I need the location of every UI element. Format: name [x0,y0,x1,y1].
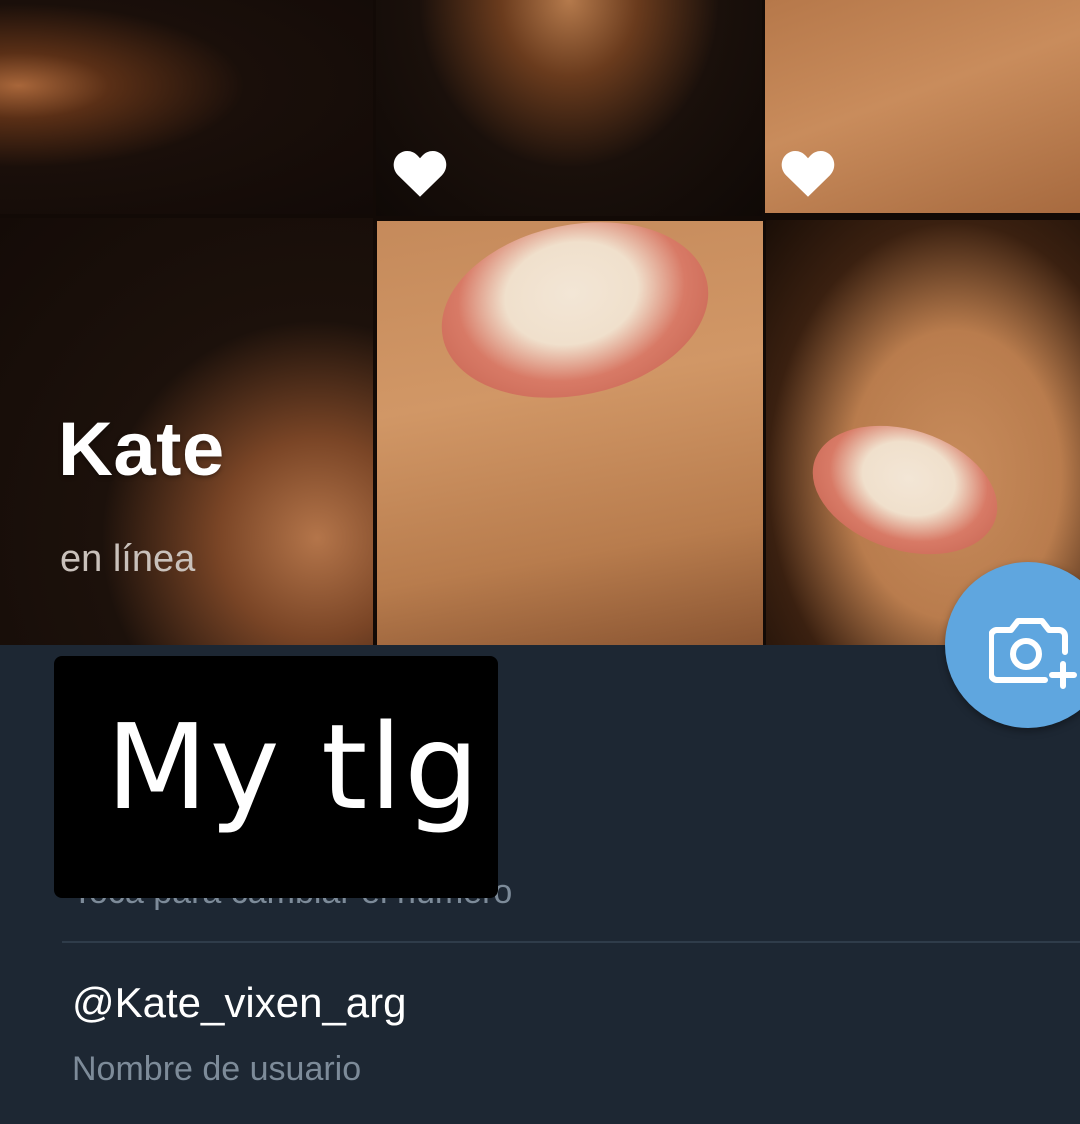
list-divider [62,941,1080,943]
profile-header[interactable]: Kate en línea [0,0,1080,645]
username-value[interactable]: @Kate_vixen_arg [72,982,407,1024]
overlay-label: My tlg [54,656,498,898]
username-caption: Nombre de usuario [72,1050,362,1088]
online-status: en línea [60,538,196,580]
heart-icon [390,143,450,203]
heart-icon [778,143,838,203]
overlay-text: My tlg [106,698,482,836]
profile-name: Kate [58,407,225,492]
camera-add-icon [989,618,1077,689]
profile-screen: Kate en línea Toca para cambiar el númer… [0,0,1080,1124]
photo-tile [0,0,373,214]
